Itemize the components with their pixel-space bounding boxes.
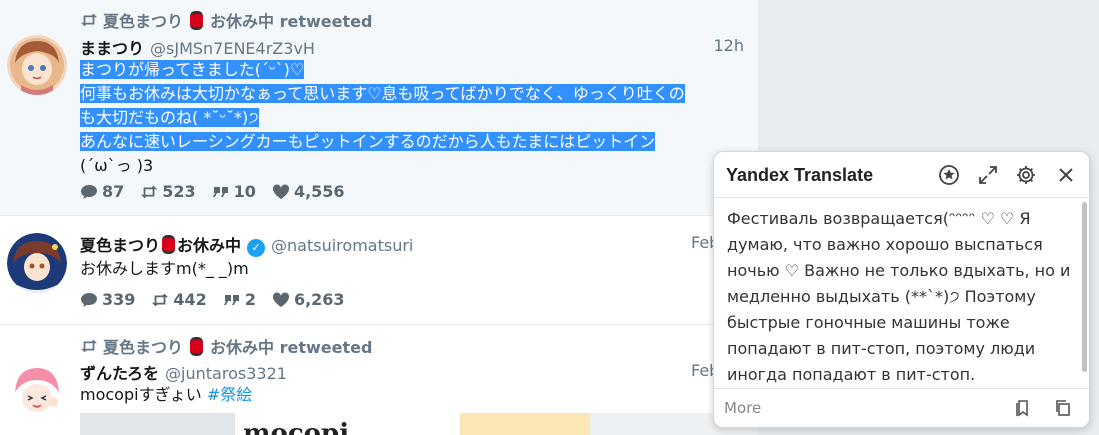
close-icon: [1059, 168, 1073, 182]
author-handle[interactable]: @juntaros3321: [165, 364, 287, 383]
pin-icon: [939, 165, 959, 185]
avatar[interactable]: [7, 362, 67, 422]
author-name[interactable]: ずんたろを: [80, 360, 159, 384]
settings-icon: [1017, 166, 1035, 184]
expand-button[interactable]: [976, 163, 1000, 187]
more-link[interactable]: More: [724, 399, 761, 417]
like-count: 6,263: [293, 290, 345, 309]
like-button[interactable]: 4,556: [272, 182, 345, 201]
retweeter-name[interactable]: 夏色まつり: [103, 8, 183, 32]
retweet-count: 523: [162, 182, 196, 201]
author-row: ままつり @sJMSn7ENE4rZ3vH: [80, 35, 315, 59]
pin-button[interactable]: [937, 163, 961, 187]
timeline: 夏色まつり お休み中 retweeted ままつり @sJMSn7ENE4rZ3v…: [0, 0, 758, 435]
tweet-item[interactable]: 夏色まつり お休み中 retweeted ままつり @sJMSn7ENE4rZ3v…: [0, 0, 758, 216]
heart-icon: [272, 291, 289, 307]
author-row: 夏色まつり お休み中 ✓ @natsuiromatsuri: [80, 232, 413, 257]
retweet-button[interactable]: 442: [151, 290, 207, 309]
selected-text-line: 何事もお休みは大切かなぁって思います♡息も吸ってばかりでなく、ゆっくり吐くの: [80, 84, 685, 103]
close-button[interactable]: [1054, 163, 1078, 187]
retweet-icon: [141, 185, 158, 198]
lantern-icon: [162, 235, 176, 254]
retweet-icon: [80, 339, 98, 353]
like-button[interactable]: 6,263: [272, 290, 345, 309]
reply-count: 339: [102, 290, 136, 309]
lantern-icon: [190, 10, 204, 30]
popup-footer: More: [714, 388, 1089, 427]
tweet-item[interactable]: 夏色まつり お休み中 ✓ @natsuiromatsuri Feb お休みしますm…: [0, 217, 758, 325]
author-handle[interactable]: @sJMSn7ENE4rZ3vH: [150, 39, 315, 58]
reply-count: 87: [102, 182, 125, 201]
tweet-media[interactable]: mocopi: [80, 413, 758, 435]
retweeter-name[interactable]: 夏色まつり: [103, 334, 183, 358]
retweet-suffix: お休み中 retweeted: [210, 12, 373, 31]
retweet-header: 夏色まつり お休み中 retweeted: [80, 334, 372, 358]
retweet-button[interactable]: 523: [140, 182, 196, 201]
popup-header: Yandex Translate: [714, 152, 1089, 198]
tweet-time[interactable]: 12h: [714, 36, 745, 55]
tweet-actions: 87 523 10 4,556: [80, 182, 345, 201]
reply-icon: [81, 184, 97, 199]
reply-icon: [81, 292, 97, 307]
copy-button[interactable]: [1054, 399, 1074, 419]
verified-icon: ✓: [247, 239, 266, 257]
bookmark-icon: [1016, 400, 1028, 417]
selected-text-line: あんなに速いレーシングカーもピットインするのだから人もたまにはピットイン: [80, 132, 656, 151]
quote-button[interactable]: 10: [212, 182, 256, 201]
author-name[interactable]: ままつり: [80, 35, 144, 59]
translation-text: Фестиваль возвращается(ᵔᵔᵔᵔ ♡ ♡ Я думаю,…: [727, 209, 1071, 384]
popup-title: Yandex Translate: [726, 165, 874, 185]
retweet-suffix: お休み中 retweeted: [210, 338, 373, 357]
bookmark-button[interactable]: [1014, 399, 1034, 419]
tweet-text: まつりが帰ってきました(ˊᵕˋ)♡ 何事もお休みは大切かなぁって思います♡息も吸…: [80, 58, 750, 178]
scrollbar[interactable]: [1082, 202, 1087, 372]
text-line: (ˊωˋっ )3: [80, 156, 154, 175]
retweet-header: 夏色まつり お休み中 retweeted: [80, 8, 372, 32]
author-row: ずんたろを @juntaros3321: [80, 360, 287, 384]
tweet-actions: 339 442 2 6,263: [80, 290, 345, 309]
quote-count: 2: [244, 290, 256, 309]
media-caption: mocopi: [243, 419, 350, 435]
quote-icon: [223, 294, 239, 305]
lantern-icon: [190, 336, 204, 356]
settings-button[interactable]: [1014, 163, 1038, 187]
reply-button[interactable]: 87: [80, 182, 124, 201]
quote-icon: [212, 186, 228, 197]
tweet-text: mocopiすぎょい #祭絵: [80, 383, 750, 407]
copy-icon: [1056, 400, 1070, 416]
reply-button[interactable]: 339: [80, 290, 135, 309]
selected-text-line: まつりが帰ってきました(ˊᵕˋ)♡: [80, 60, 305, 79]
heart-icon: [272, 183, 289, 199]
expand-icon: [979, 166, 997, 184]
author-handle[interactable]: @natsuiromatsuri: [271, 236, 413, 255]
avatar[interactable]: [7, 233, 67, 293]
hashtag-link[interactable]: #祭絵: [207, 385, 252, 404]
retweet-count: 442: [173, 290, 207, 309]
quote-button[interactable]: 2: [223, 290, 256, 309]
tweet-text-body: mocopiすぎょい: [80, 385, 207, 404]
like-count: 4,556: [293, 182, 345, 201]
translate-popup: Yandex Translate Фестиваль возвращается(…: [713, 151, 1090, 428]
tweet-text: お休みしますm(*_ _)m: [80, 259, 249, 278]
retweet-icon: [152, 293, 169, 306]
selected-text-line: も大切だものね( *˘ᵕ˘*)੭: [80, 108, 259, 127]
retweet-icon: [80, 13, 98, 27]
avatar[interactable]: [7, 35, 67, 95]
quote-count: 10: [233, 182, 256, 201]
author-name[interactable]: 夏色まつり お休み中: [80, 232, 241, 256]
